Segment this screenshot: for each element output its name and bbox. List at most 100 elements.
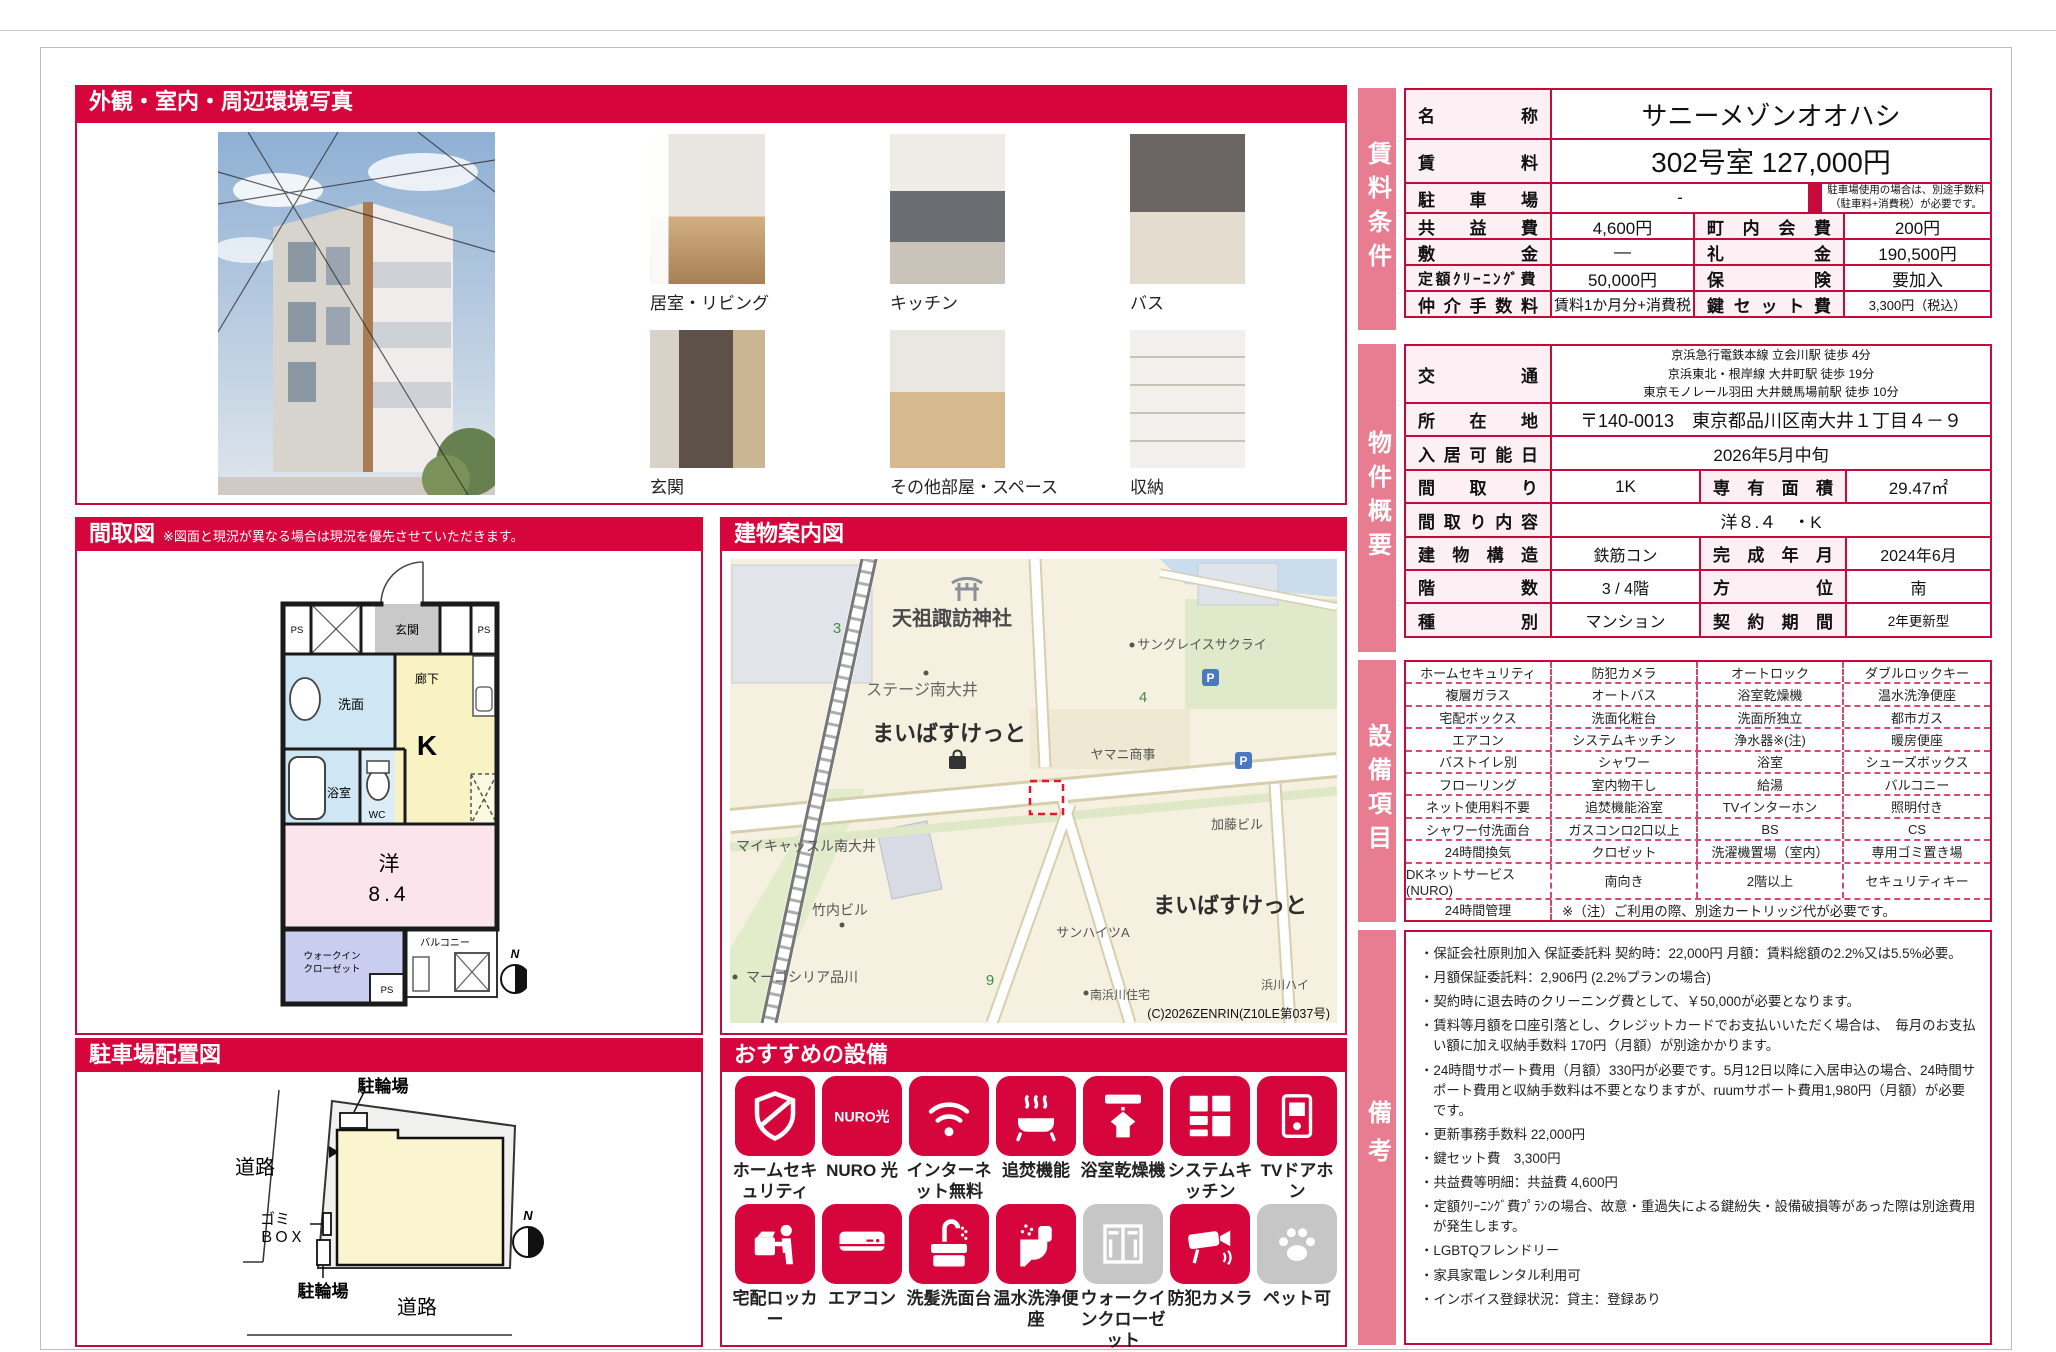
photo-entrance bbox=[650, 330, 765, 468]
deposit-value: ― bbox=[1550, 238, 1695, 266]
parking-note-line2: （駐車料+消費税）が必要です。 bbox=[1830, 198, 1982, 212]
facility-item: インターネット無料 bbox=[906, 1076, 992, 1202]
bathtub-reheat-icon bbox=[996, 1076, 1076, 1156]
key-set-fee-label: 鍵セット費 bbox=[1693, 290, 1845, 318]
equipment-cell: 浄水器※(注) bbox=[1698, 729, 1844, 749]
facility-item: 追焚機能 bbox=[993, 1076, 1079, 1202]
map-label: 南浜川住宅 bbox=[1090, 987, 1150, 1002]
insurance-label: 保険 bbox=[1693, 264, 1845, 292]
layout-detail-label: 間取り内容 bbox=[1404, 502, 1552, 538]
facility-item: 宅配ロッカー bbox=[732, 1204, 818, 1351]
shield-icon bbox=[735, 1076, 815, 1156]
contract-value: 2年更新型 bbox=[1845, 602, 1992, 638]
equipment-cell: システムキッチン bbox=[1552, 729, 1698, 749]
remark-item: インボイス登録状況：貸主：登録あり bbox=[1420, 1290, 1976, 1310]
photo-caption: バス bbox=[1130, 289, 1164, 314]
equipment-cell: シャワー bbox=[1552, 752, 1698, 772]
washlet-icon bbox=[996, 1204, 1076, 1284]
shampoo-sink-icon bbox=[909, 1204, 989, 1284]
parking-label: 駐車場 bbox=[1404, 182, 1552, 214]
deposit-label: 敷金 bbox=[1404, 238, 1552, 266]
access-value: 京浜急行電鉄本線 立会川駅 徒歩 4分 京浜東北・根岸線 大井町駅 徒歩 19分… bbox=[1550, 344, 1992, 404]
air-conditioner-icon bbox=[822, 1204, 902, 1284]
facility-label: 温水洗浄便座 bbox=[992, 1288, 1080, 1330]
equipment-row: 複層ガラスオートバス浴室乾燥機温水洗浄便座 bbox=[1406, 684, 1990, 706]
cleaning-fee-value: 50,000円 bbox=[1550, 264, 1695, 292]
access-label: 交通 bbox=[1404, 344, 1552, 404]
facility-item: ウォークインクローゼット bbox=[1080, 1204, 1166, 1351]
floorplan-content: PS 玄関 PS 洗面 廊下 K 浴室 WC 洋 8.4 ウォークイン クローゼ… bbox=[75, 551, 703, 1035]
map-label: サングレイスサクライ bbox=[1137, 637, 1267, 652]
parking-diagram: 駐輪場 道路 ゴミ ＢＯＸ 駐輪場 道路 N bbox=[77, 1072, 701, 1341]
equipment-cell: 洗濯機置場（室内） bbox=[1698, 841, 1844, 861]
photo-kitchen bbox=[890, 134, 1005, 284]
move-in-label: 入居可能日 bbox=[1404, 435, 1552, 471]
rent-name-label: 名称 bbox=[1404, 88, 1552, 140]
floors-label: 階数 bbox=[1404, 569, 1552, 604]
sidebar-property-overview: 物件概要 bbox=[1358, 344, 1396, 652]
equipment-cell: シューズボックス bbox=[1844, 752, 1990, 772]
equipment-cell: 浴室 bbox=[1698, 752, 1844, 772]
map-label: 天祖諏訪神社 bbox=[892, 606, 1012, 630]
direction-label: 方位 bbox=[1699, 569, 1847, 604]
map-label: サンハイツA bbox=[1056, 925, 1130, 940]
trash-box-label: ゴミ bbox=[260, 1210, 290, 1228]
equipment-items-table: ホームセキュリティ防犯カメラオートロックダブルロックキー複層ガラスオートバス浴室… bbox=[1404, 660, 1992, 922]
parking-section: 駐車場配置図 駐輪場 道路 ゴミ ＢＯＸ bbox=[75, 1038, 703, 1347]
equipment-cell: 都市ガス bbox=[1844, 707, 1990, 727]
svg-text:NURO光: NURO光 bbox=[835, 1109, 889, 1125]
type-value: マンション bbox=[1550, 602, 1701, 638]
map-section-header: 建物案内図 bbox=[720, 517, 1347, 551]
move-in-value: 2026年5月中旬 bbox=[1550, 435, 1992, 471]
map-copyright: (C)2026ZENRIN(Z10LE第037号) bbox=[1147, 1007, 1330, 1021]
photos-title: 外観・室内・周辺環境写真 bbox=[89, 85, 353, 119]
photos-content: 居室・リビング キッチン バス 玄関 その他部屋・スペース 収納 bbox=[75, 123, 1347, 505]
room-wic-line2: クローゼット bbox=[303, 963, 360, 975]
area-label: 専有面積 bbox=[1699, 469, 1847, 504]
neighborhood-fee-label: 町内会費 bbox=[1693, 212, 1845, 240]
common-fee-label: 共益費 bbox=[1404, 212, 1552, 240]
bathroom-dryer-icon bbox=[1083, 1076, 1163, 1156]
compass-north-icon: N bbox=[511, 947, 520, 961]
room-washroom: 洗面 bbox=[338, 697, 364, 712]
cleaning-fee-label: 定額ｸﾘｰﾆﾝｸﾞ費 bbox=[1404, 264, 1552, 292]
equipment-cell: ガスコンロ2口以上 bbox=[1552, 819, 1698, 839]
equipment-cell: TVインターホン bbox=[1698, 796, 1844, 816]
facility-label: 浴室乾燥機 bbox=[1079, 1160, 1167, 1181]
room-ps-bottom: PS bbox=[381, 985, 394, 996]
remark-item: 24時間サポート費用（月額）330円が必要です。5月12日以降に入居申込の場合、… bbox=[1420, 1061, 1976, 1121]
remark-item: 保証会社原則加入 保証委託料 契約時：22,000円 月額：賃料総額の2.2%又… bbox=[1420, 944, 1976, 964]
equipment-row: エアコンシステムキッチン浄水器※(注)暖房便座 bbox=[1406, 729, 1990, 751]
map-label: 竹内ビル bbox=[812, 902, 868, 918]
equipment-row: 24時間換気クロゼット洗濯機置場（室内）専用ゴミ置き場 bbox=[1406, 841, 1990, 863]
parking-section-header: 駐車場配置図 bbox=[75, 1038, 703, 1072]
photo-exterior bbox=[218, 132, 495, 495]
equipment-cell: 洗面所独立 bbox=[1698, 707, 1844, 727]
wifi-icon bbox=[909, 1076, 989, 1156]
equipment-row: 宅配ボックス洗面化粧台洗面所独立都市ガス bbox=[1406, 707, 1990, 729]
equipment-row: ホームセキュリティ防犯カメラオートロックダブルロックキー bbox=[1406, 662, 1990, 684]
agency-fee-label: 仲介手数料 bbox=[1404, 290, 1552, 318]
room-wc: WC bbox=[369, 810, 386, 821]
map-image: P P 天祖諏訪神社 ステージ南大井 サングレイスサクライ まいばすけっと ヤマ… bbox=[730, 559, 1337, 1023]
equipment-note: ※（注）ご利用の際、別途カートリッジ代が必要です。 bbox=[1552, 900, 1990, 920]
room-bathroom: 浴室 bbox=[327, 785, 351, 800]
address-value: 〒140-0013 東京都品川区南大井１丁目４－９ bbox=[1550, 402, 1992, 437]
floorplan-title: 間取図 bbox=[89, 517, 155, 551]
floorplan-drawing: PS 玄関 PS 洗面 廊下 K 浴室 WC 洋 8.4 ウォークイン クローゼ… bbox=[275, 559, 527, 1017]
top-divider bbox=[0, 30, 2056, 31]
neighborhood-fee-value: 200円 bbox=[1843, 212, 1992, 240]
facility-label: 追焚機能 bbox=[992, 1160, 1080, 1181]
completion-value: 2024年6月 bbox=[1845, 536, 1992, 571]
floors-value: 3 / 4階 bbox=[1550, 569, 1701, 604]
equipment-cell: バルコニー bbox=[1844, 774, 1990, 794]
structure-label: 建物構造 bbox=[1404, 536, 1552, 571]
equipment-cell: 暖房便座 bbox=[1844, 729, 1990, 749]
equipment-cell: BS bbox=[1698, 819, 1844, 839]
trash-box-label: ＢＯＸ bbox=[259, 1229, 304, 1246]
parking-note-line1: 駐車場使用の場合は、別途手数料 bbox=[1827, 184, 1985, 198]
parking-note: 駐車場使用の場合は、別途手数料 （駐車料+消費税）が必要です。 bbox=[1820, 182, 1992, 214]
direction-value: 南 bbox=[1845, 569, 1992, 604]
access-line: 京浜急行電鉄本線 立会川駅 徒歩 4分 bbox=[1671, 346, 1871, 365]
delivery-locker-icon bbox=[735, 1204, 815, 1284]
